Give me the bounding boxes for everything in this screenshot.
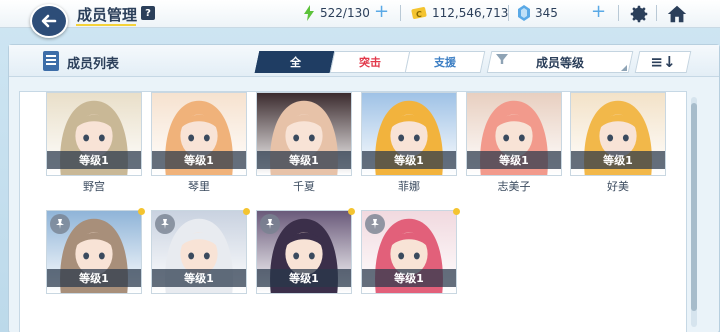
tab-assault[interactable]: 突击 — [329, 51, 411, 73]
level-badge: 等级1 — [257, 151, 351, 169]
sort-order-label: ≡↓ — [650, 53, 676, 71]
member-name: 好美 — [607, 180, 629, 193]
member-card[interactable]: 等级1 — [570, 92, 666, 176]
add-stamina-button[interactable]: + — [374, 3, 389, 21]
sort-label: 成员等级 — [535, 55, 584, 70]
new-indicator-dot — [138, 208, 145, 215]
list-icon — [43, 51, 59, 71]
tab-support[interactable]: 支援 — [404, 51, 486, 73]
member-name: 野宫 — [83, 180, 105, 193]
new-indicator-dot — [348, 208, 355, 215]
divider — [400, 5, 401, 21]
panel-header: 成员列表 全 突击 支援 成员等级 ≡↓ — [9, 45, 719, 77]
pin-icon[interactable] — [155, 214, 175, 234]
stamina-display: 522/130 — [303, 4, 370, 22]
level-badge: 等级1 — [362, 151, 456, 169]
divider — [656, 5, 657, 21]
member-card[interactable]: 等级1 — [151, 92, 247, 176]
pin-icon[interactable] — [365, 214, 385, 234]
member-name: 志美子 — [497, 180, 531, 193]
add-gems-button[interactable]: + — [591, 3, 606, 21]
panel-title: 成员列表 — [67, 57, 120, 72]
tab-support-label: 支援 — [434, 56, 456, 69]
credits-value: 112,546,713 — [432, 6, 509, 20]
level-badge: 等级1 — [257, 269, 351, 287]
member-card[interactable]: 等级1 — [361, 92, 457, 176]
member-card[interactable]: 等级1 — [361, 210, 457, 294]
divider — [508, 5, 509, 21]
page-title: 成员管理 — [77, 6, 138, 24]
member-card[interactable]: 等级1 — [256, 92, 352, 176]
sort-dropdown[interactable]: 成员等级 — [486, 51, 634, 73]
member-name: 千夏 — [293, 180, 315, 193]
tab-all-label: 全 — [289, 56, 301, 69]
back-button[interactable] — [30, 4, 68, 38]
member-card[interactable]: 等级1 — [466, 92, 562, 176]
sort-order-button[interactable]: ≡↓ — [634, 51, 692, 73]
credits-display: C 112,546,713 — [411, 4, 508, 22]
help-button[interactable]: ? — [141, 6, 155, 20]
stamina-value: 522/130 — [320, 6, 370, 20]
svg-text:C: C — [416, 10, 422, 19]
top-bar: 成员管理 ? 522/130 + C 112,546,713 345 + — [0, 0, 720, 38]
scrollbar[interactable] — [691, 97, 697, 327]
level-badge: 等级1 — [467, 151, 561, 169]
member-card[interactable]: 等级1 — [46, 92, 142, 176]
level-badge: 等级1 — [47, 269, 141, 287]
member-card[interactable]: 等级1 — [256, 210, 352, 294]
lightning-icon — [304, 5, 314, 21]
member-name: 菲娜 — [398, 180, 420, 193]
divider — [618, 5, 619, 21]
title-underline — [76, 24, 136, 26]
role-tabs: 全 突击 支援 — [254, 51, 486, 73]
member-card[interactable]: 等级1 — [151, 210, 247, 294]
pin-icon[interactable] — [260, 214, 280, 234]
home-icon[interactable] — [666, 3, 688, 25]
member-name: 琴里 — [188, 180, 210, 193]
level-badge: 等级1 — [152, 151, 246, 169]
level-badge: 等级1 — [152, 269, 246, 287]
member-card[interactable]: 等级1 — [46, 210, 142, 294]
new-indicator-dot — [453, 208, 460, 215]
arrow-left-icon — [41, 14, 57, 28]
gems-display: 345 — [518, 4, 558, 22]
gems-value: 345 — [535, 6, 558, 20]
new-indicator-dot — [243, 208, 250, 215]
tab-all[interactable]: 全 — [254, 51, 336, 73]
gear-icon[interactable] — [628, 3, 650, 25]
tab-assault-label: 突击 — [359, 56, 381, 69]
level-badge: 等级1 — [362, 269, 456, 287]
gem-icon — [518, 5, 530, 21]
dropdown-corner-icon — [621, 65, 627, 71]
scroll-thumb[interactable] — [691, 103, 697, 311]
pin-icon[interactable] — [50, 214, 70, 234]
level-badge: 等级1 — [571, 151, 665, 169]
credit-icon: C — [411, 7, 427, 19]
level-badge: 等级1 — [47, 151, 141, 169]
